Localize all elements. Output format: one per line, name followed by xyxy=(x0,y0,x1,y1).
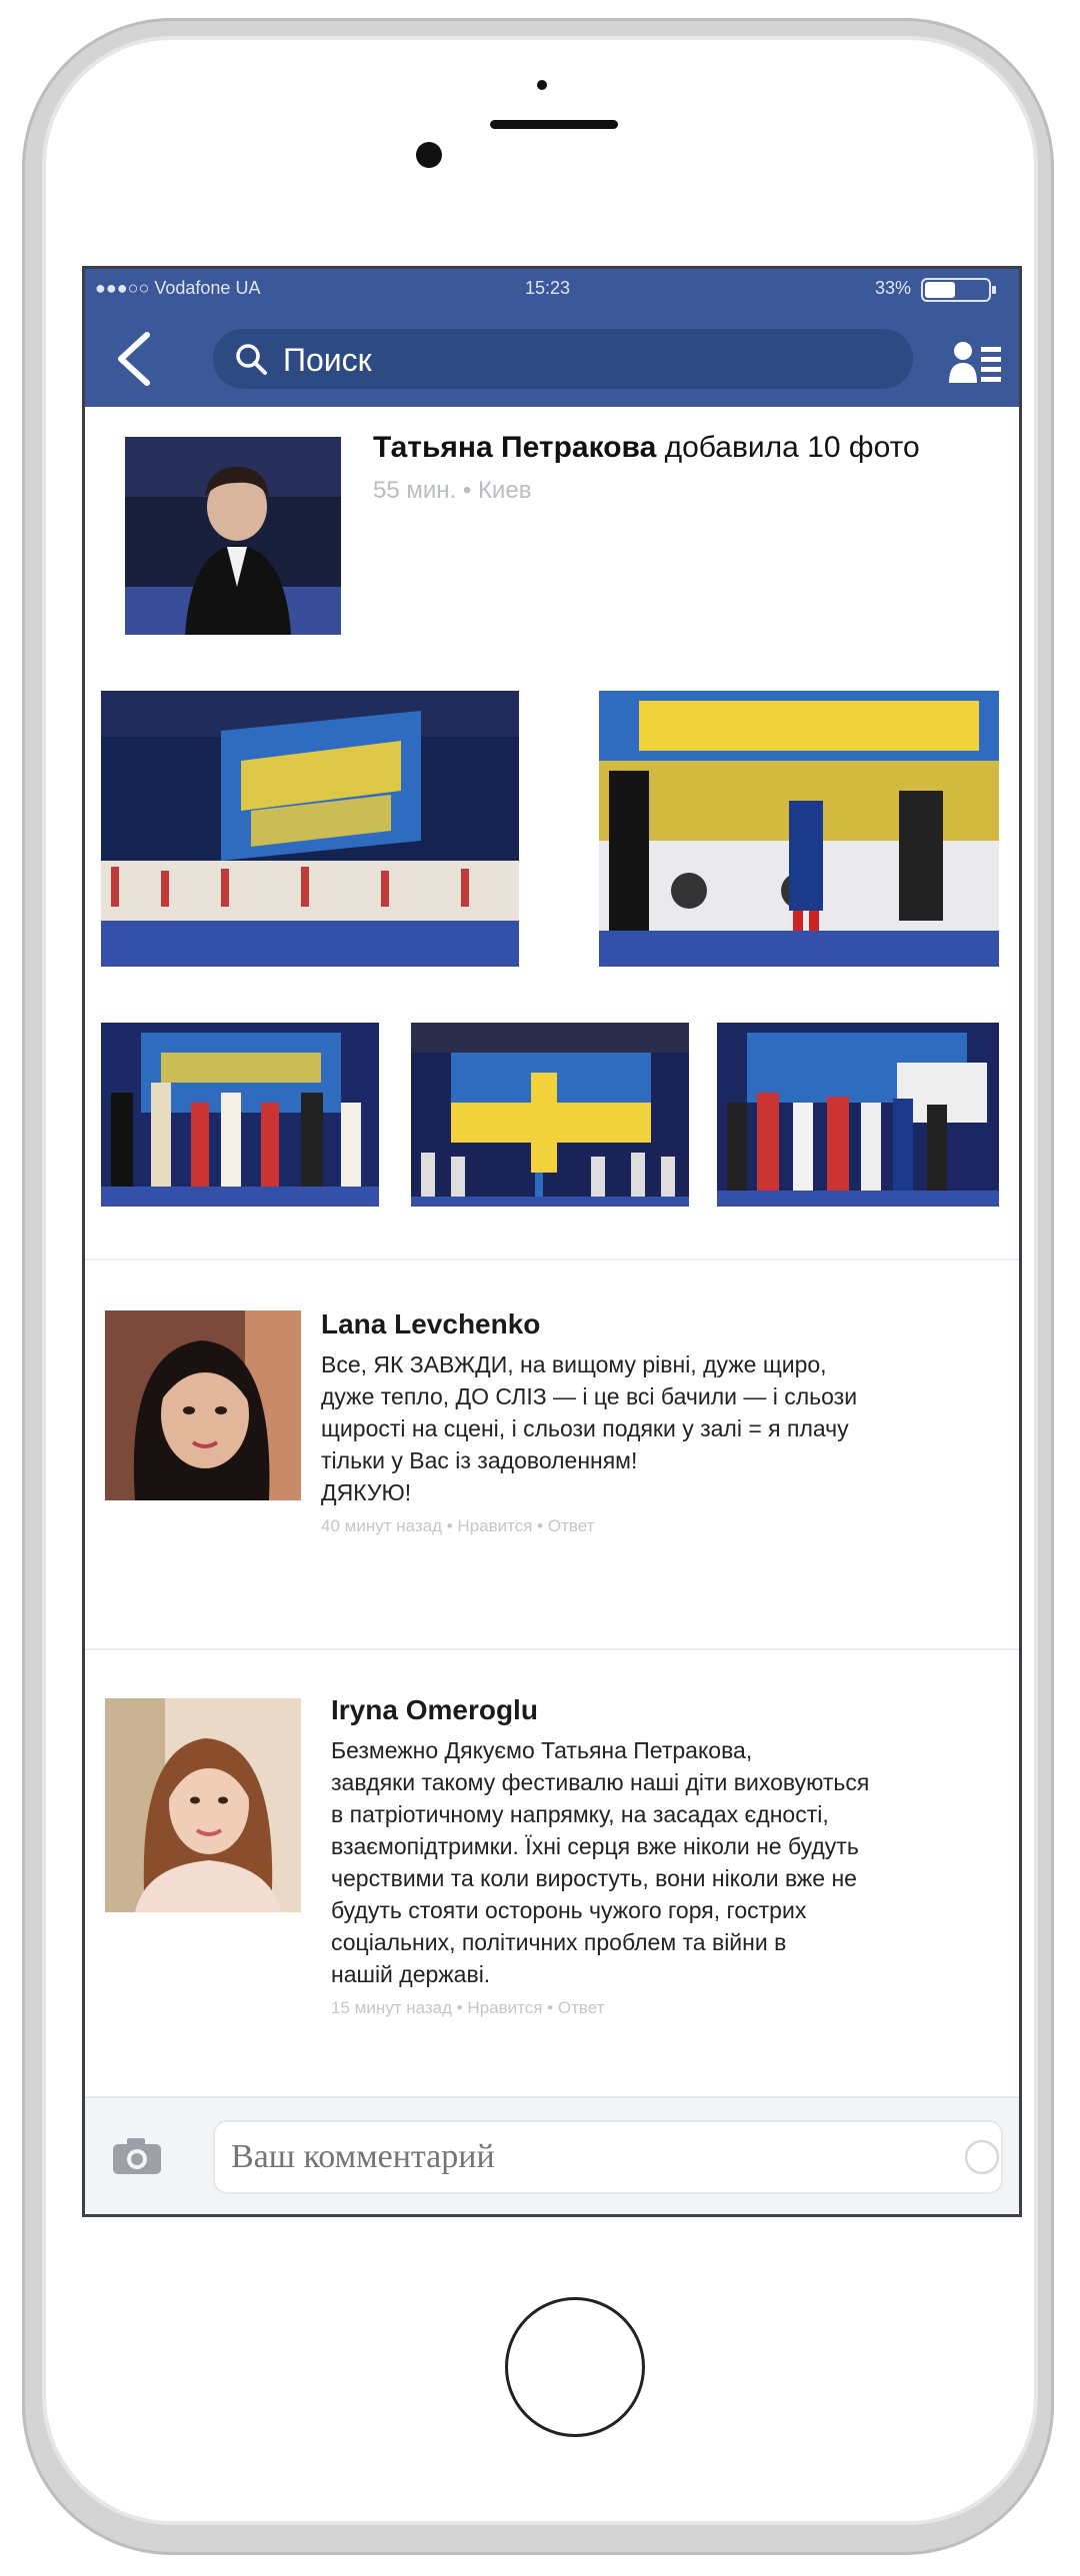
post-photo-1[interactable] xyxy=(101,691,519,967)
emoji-icon[interactable] xyxy=(963,2138,1001,2176)
comment-input[interactable] xyxy=(213,2120,1003,2194)
top-navigation: Поиск xyxy=(85,309,1019,407)
comment-line: дуже тепло, ДО СЛІЗ — і це всі бачили — … xyxy=(321,1383,858,1409)
commenter-avatar-2[interactable] xyxy=(105,1698,301,1912)
comment-line: Все, ЯК ЗАВЖДИ, на вищому рівні, дуже щи… xyxy=(321,1351,827,1377)
earpiece-speaker xyxy=(490,120,618,129)
comment-line: завдяки такому фестивалю наші діти вихов… xyxy=(331,1769,870,1795)
status-bar: ●●●○○ Vodafone UA 15:23 33% xyxy=(85,269,1019,309)
friend-requests-icon[interactable] xyxy=(947,339,1003,385)
author-avatar[interactable] xyxy=(125,437,341,635)
clock: 15:23 xyxy=(525,278,571,298)
comment-line: Безмежно Дякуємо Татьяна Петракова, xyxy=(331,1737,753,1763)
comment-line: будуть стояти осторонь чужого горя, гост… xyxy=(331,1897,807,1923)
comment-meta-2[interactable]: 15 минут назад • Нравится • Ответ xyxy=(331,1998,604,2018)
comment-text-1: Все, ЯК ЗАВЖДИ, на вищому рівні, дуже щи… xyxy=(321,1348,857,1508)
search-icon xyxy=(236,344,267,375)
post-action-text: добавила 10 фото xyxy=(656,431,920,464)
post-author-name[interactable]: Татьяна Петракова xyxy=(373,431,656,464)
proximity-sensor xyxy=(537,80,547,90)
commenter-name-1[interactable]: Lana Levchenko xyxy=(321,1308,540,1340)
comment-line: ДЯКУЮ! xyxy=(321,1479,412,1505)
post-meta: 55 мин. • Киев xyxy=(373,477,531,505)
comment-text-2: Безмежно Дякуємо Татьяна Петракова, завд… xyxy=(331,1734,869,1990)
battery-icon xyxy=(921,278,996,302)
comment-line: взаємопідтримки. Їхні серця вже ніколи н… xyxy=(331,1833,859,1859)
comment-line: щирості на сцені, і сльози подяки у залі… xyxy=(321,1415,849,1441)
home-button[interactable] xyxy=(505,2297,645,2437)
comment-line: черствими та коли виростуть, вони ніколи… xyxy=(331,1865,857,1891)
battery-percent: 33% xyxy=(875,278,912,298)
comment-meta-1[interactable]: 40 минут назад • Нравится • Ответ xyxy=(321,1516,594,1536)
section-divider xyxy=(85,1259,1019,1261)
post-photo-4[interactable] xyxy=(411,1023,689,1207)
section-divider xyxy=(85,1648,1019,1650)
commenter-avatar-1[interactable] xyxy=(105,1310,301,1500)
chevron-left-icon[interactable] xyxy=(107,329,163,389)
comment-line: в патріотичному напрямку, на засадах єдн… xyxy=(331,1801,829,1827)
comment-line: нашій державі. xyxy=(331,1961,491,1987)
comment-composer xyxy=(85,2096,1019,2214)
camera-icon[interactable] xyxy=(111,2136,163,2176)
meta-separator: • xyxy=(456,477,478,504)
post-photo-3[interactable] xyxy=(101,1023,379,1207)
front-camera xyxy=(416,142,442,168)
comment-line: тільки у Вас із задоволенням! xyxy=(321,1447,638,1473)
screen: ●●●○○ Vodafone UA 15:23 33% Поиск Татьян… xyxy=(82,266,1022,2217)
post-headline: Татьяна Петракова добавила 10 фото xyxy=(373,431,1019,465)
post-time: 55 мин. xyxy=(373,477,457,504)
post-location[interactable]: Киев xyxy=(478,477,531,504)
search-placeholder: Поиск xyxy=(283,342,372,378)
carrier-label: ●●●○○ Vodafone UA xyxy=(95,278,261,298)
search-input[interactable]: Поиск xyxy=(213,329,913,389)
commenter-name-2[interactable]: Iryna Omeroglu xyxy=(331,1694,538,1726)
post-photo-5[interactable] xyxy=(717,1023,999,1207)
post-photo-2[interactable] xyxy=(599,691,999,967)
comment-line: соціальних, політичних проблем та війни … xyxy=(331,1929,787,1955)
